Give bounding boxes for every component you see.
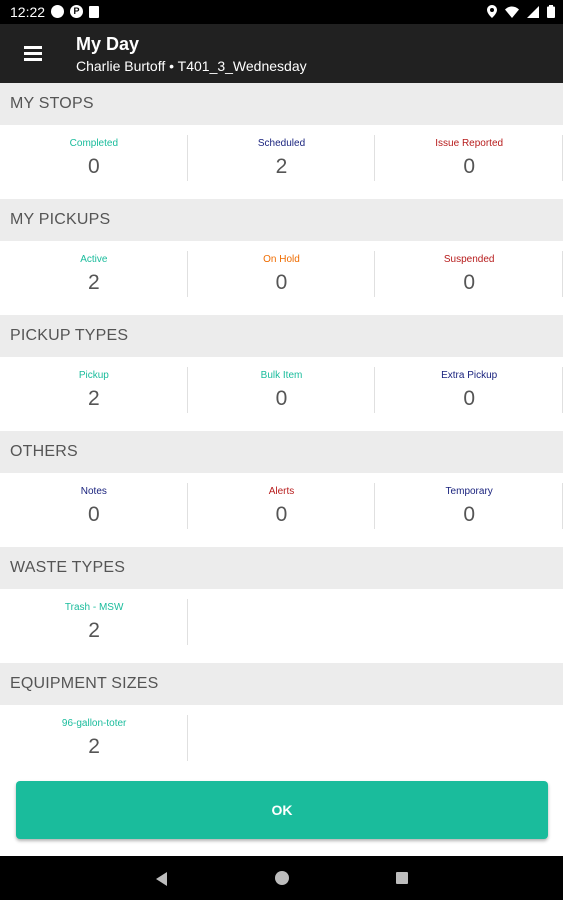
stat-value: 2: [87, 271, 100, 294]
stat-cell: Active 2: [0, 241, 188, 315]
stat-label: Trash - MSW: [64, 602, 124, 613]
location-icon: [487, 5, 497, 18]
back-icon[interactable]: [156, 872, 167, 886]
hamburger-icon: [24, 46, 42, 49]
section-body-equipment-sizes: 96-gallon-toter 2: [0, 705, 563, 779]
stat-label: Scheduled: [257, 138, 306, 149]
signal-icon: [527, 5, 539, 18]
stat-value: 0: [87, 155, 100, 178]
recents-icon[interactable]: [396, 872, 408, 884]
stat-label: Extra Pickup: [441, 370, 498, 381]
stat-value: 0: [275, 271, 288, 294]
stat-cell: Bulk Item 0: [188, 357, 376, 431]
stat-cell: Suspended 0: [375, 241, 563, 315]
section-body-pickup-types: Pickup 2 Bulk Item 0 Extra Pickup 0: [0, 357, 563, 431]
status-right-icons: [487, 5, 555, 18]
stat-label: Active: [80, 254, 108, 265]
stat-value: 2: [88, 619, 100, 642]
stat-label: 96-gallon-toter: [61, 718, 127, 729]
stat-label: Bulk Item: [260, 370, 303, 381]
sd-card-icon: [89, 5, 99, 18]
stat-value: 0: [87, 503, 100, 526]
section-body-my-pickups: Active 2 On Hold 0 Suspended 0: [0, 241, 563, 315]
stat-cell: Alerts 0: [188, 473, 376, 547]
status-bar: 12:22 P: [0, 0, 563, 24]
stat-label: On Hold: [263, 254, 300, 265]
status-left-icons: P: [51, 5, 99, 18]
stat-value: 2: [87, 387, 100, 410]
stat-value: 0: [463, 155, 476, 178]
menu-button[interactable]: [16, 38, 52, 68]
stat-value: 0: [463, 271, 476, 294]
stat-label: Alerts: [268, 486, 295, 497]
stat-cell: Extra Pickup 0: [375, 357, 563, 431]
section-body-others: Notes 0 Alerts 0 Temporary 0: [0, 473, 563, 547]
section-body-my-stops: Completed 0 Scheduled 2 Issue Reported 0: [0, 125, 563, 199]
stat-cell: On Hold 0: [188, 241, 376, 315]
wifi-icon: [505, 6, 519, 18]
stat-label: Issue Reported: [435, 138, 504, 149]
p-icon: P: [70, 5, 83, 18]
page-subtitle: Charlie Burtoff • T401_3_Wednesday: [76, 58, 307, 74]
navigation-bar: [0, 856, 563, 900]
stat-cell: 96-gallon-toter 2: [0, 705, 189, 779]
section-header-my-pickups: MY PICKUPS: [0, 199, 563, 241]
stat-label: Notes: [80, 486, 107, 497]
stat-label: Completed: [69, 138, 119, 149]
stat-label: Pickup: [78, 370, 109, 381]
section-header-waste-types: WASTE TYPES: [0, 547, 563, 589]
stat-value: 2: [88, 735, 100, 758]
stat-cell: Trash - MSW 2: [0, 589, 189, 663]
stat-cell: Issue Reported 0: [375, 125, 563, 199]
status-time: 12:22: [10, 4, 46, 20]
stat-value: 0: [275, 387, 288, 410]
stat-cell: Temporary 0: [375, 473, 563, 547]
section-header-equipment-sizes: EQUIPMENT SIZES: [0, 663, 563, 705]
stat-cell: Notes 0: [0, 473, 188, 547]
stat-value: 0: [463, 387, 476, 410]
page-title: My Day: [76, 34, 140, 54]
circle-icon: [51, 5, 64, 18]
battery-icon: [547, 5, 555, 18]
section-header-others: OTHERS: [0, 431, 563, 473]
section-header-pickup-types: PICKUP TYPES: [0, 315, 563, 357]
stat-value: 2: [275, 155, 288, 178]
summary-sections: MY STOPS Completed 0 Scheduled 2 Issue Report…: [0, 83, 563, 779]
app-bar: My Day Charlie Burtoff • T401_3_Wednesda…: [0, 24, 563, 83]
stat-cell: Completed 0: [0, 125, 188, 199]
stat-value: 0: [463, 503, 476, 526]
home-icon[interactable]: [275, 871, 289, 885]
section-body-waste-types: Trash - MSW 2: [0, 589, 563, 663]
stat-label: Suspended: [443, 254, 495, 265]
ok-button[interactable]: OK: [16, 781, 548, 839]
stat-cell: Scheduled 2: [188, 125, 376, 199]
stat-label: Temporary: [445, 486, 493, 497]
stat-cell: Pickup 2: [0, 357, 188, 431]
stat-value: 0: [275, 503, 288, 526]
section-header-my-stops: MY STOPS: [0, 83, 563, 125]
